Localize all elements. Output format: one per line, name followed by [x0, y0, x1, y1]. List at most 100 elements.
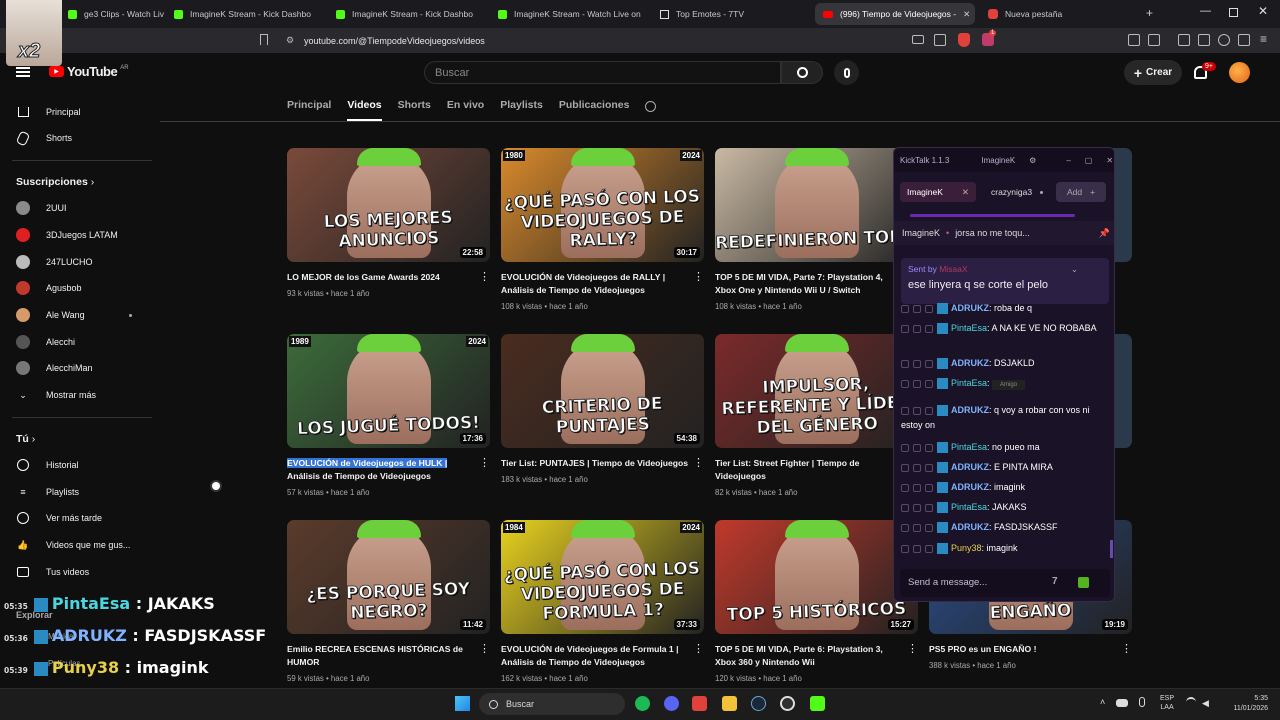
chat-username[interactable]: ADRUKZ [951, 303, 989, 313]
video-card[interactable]: ¿QUÉ PASÓ CON LOS VIDEOJUEGOS DE FORMULA… [501, 520, 704, 683]
url-field[interactable]: ⚙ youtube.com/@TiempodeVideojuegos/video… [278, 32, 948, 49]
avatar[interactable] [1229, 62, 1250, 83]
sidebar-item-2uui[interactable]: 2UUI [16, 198, 67, 218]
settings-icon[interactable]: ⚙ [1029, 156, 1036, 165]
video-thumbnail-partial[interactable] [1112, 334, 1132, 448]
sidebar-item-playlists[interactable]: ≡ Playlists [16, 482, 79, 502]
taskbar-search[interactable]: Buscar [479, 693, 625, 715]
tab-1[interactable]: ImagineK Stream - Kick Dashbo [166, 3, 324, 25]
close-icon[interactable]: ✕ [1106, 156, 1113, 165]
hamburger-icon[interactable] [16, 67, 30, 77]
sidebar-item-historial[interactable]: Historial [16, 455, 79, 475]
chat-scrollbar[interactable] [1110, 540, 1113, 558]
sidebar-item-shorts[interactable]: Shorts [15, 128, 72, 148]
tab-active-youtube[interactable]: (996) Tiempo de Videojuegos - ✕ [815, 3, 975, 25]
sidebar-item-agusbob[interactable]: Agusbob [16, 278, 82, 298]
wifi-icon[interactable] [1186, 697, 1196, 707]
tab-new[interactable]: Nueva pestaña [980, 3, 1138, 25]
language-indicator[interactable]: ESP LAA [1160, 694, 1174, 712]
chat-username[interactable]: ADRUKZ [951, 358, 989, 368]
more-options-icon[interactable]: ⋮ [693, 642, 704, 655]
close-icon[interactable]: ✕ [962, 187, 969, 198]
more-options-icon[interactable]: ⋮ [479, 456, 490, 469]
search-button[interactable] [781, 61, 823, 84]
video-thumbnail[interactable]: LOS MEJORES ANUNCIOS 22:58 [287, 148, 490, 262]
tab-publicaciones[interactable]: Publicaciones [559, 99, 630, 121]
video-card[interactable]: TOP 5 HISTÓRICOS 15:27 TOP 5 DE MI VIDA, P… [715, 520, 918, 683]
video-card[interactable]: IMPULSOR, REFERENTE Y LÍDER DEL GÉNERO Ti… [715, 334, 918, 497]
chat-message[interactable]: PintaEsa: JAKAKS [901, 500, 1111, 515]
video-card[interactable]: CRITERIO DE PUNTAJES 54:38 Tier List: PUNT… [501, 334, 704, 484]
cast-icon[interactable] [912, 35, 924, 44]
sidebar-item-liked[interactable]: 👍 Videos que me gus... [16, 535, 130, 555]
video-thumbnail[interactable]: IMPULSOR, REFERENTE Y LÍDER DEL GÉNERO [715, 334, 918, 448]
more-options-icon[interactable]: ⋮ [693, 456, 704, 469]
maximize-icon[interactable]: ▢ [1085, 156, 1093, 165]
video-title[interactable]: EVOLUCIÓN de Videojuegos de Formula 1 | … [501, 643, 691, 669]
tab-shorts[interactable]: Shorts [398, 99, 431, 121]
new-tab-button[interactable]: + [1146, 6, 1153, 20]
video-thumbnail[interactable]: ¿QUÉ PASÓ CON LOS VIDEOJUEGOS DE RALLY? 1… [501, 148, 704, 262]
sidebar-item-watch-later[interactable]: Ver más tarde [16, 508, 102, 528]
more-options-icon[interactable]: ⋮ [907, 642, 918, 655]
sidebar-item-3djuegos[interactable]: 3DJuegos LATAM [16, 225, 118, 245]
share-icon[interactable] [934, 34, 946, 46]
more-options-icon[interactable]: ⋮ [693, 270, 704, 283]
kick-app-icon[interactable] [810, 696, 825, 711]
sidebar-item-your-videos[interactable]: Tus videos [16, 562, 89, 582]
chat-username[interactable]: PintaEsa [951, 502, 987, 512]
tab-playlists[interactable]: Playlists [500, 99, 543, 121]
extensions-icon[interactable] [1128, 34, 1140, 46]
bookmark-icon[interactable] [260, 34, 268, 45]
tab-principal[interactable]: Principal [287, 99, 331, 121]
pin-icon[interactable]: 📌 [1099, 228, 1110, 239]
chat-message[interactable]: ADRUKZ: imagink [901, 480, 1111, 495]
brave-shield-icon[interactable] [958, 33, 970, 47]
tab-0[interactable]: ge3 Clips - Watch Live on [60, 3, 164, 25]
video-thumbnail[interactable]: REDEFINIERON TODO40 [715, 148, 918, 262]
start-icon[interactable] [455, 696, 470, 711]
more-options-icon[interactable]: ⋮ [1121, 642, 1132, 655]
video-thumbnail[interactable]: CRITERIO DE PUNTAJES 54:38 [501, 334, 704, 448]
video-thumbnail[interactable]: ¿QUÉ PASÓ CON LOS VIDEOJUEGOS DE FORMULA… [501, 520, 704, 634]
volume-icon[interactable]: ◀ [1202, 698, 1209, 709]
spotify-icon[interactable] [635, 696, 650, 711]
clock[interactable]: 5:35 11/01/2026 [1224, 694, 1268, 714]
channel-search-icon[interactable] [645, 101, 657, 112]
wallet-icon[interactable] [1198, 34, 1210, 46]
chat-username[interactable]: ADRUKZ [951, 482, 989, 492]
channel-tab-crazyniga3[interactable]: crazyniga3 [984, 182, 1052, 202]
subscriptions-heading[interactable]: Suscripciones › [16, 176, 94, 188]
video-card[interactable]: ¿ES PORQUE SOY NEGRO? 11:42 Emilio RECREA … [287, 520, 490, 683]
chat-username[interactable]: ADRUKZ [951, 462, 989, 472]
search-input[interactable]: Buscar [424, 61, 781, 84]
chat-username[interactable]: Puny38 [951, 543, 982, 553]
kick-emote-icon[interactable] [1078, 577, 1089, 588]
chat-username[interactable]: PintaEsa [951, 442, 987, 452]
chat-message[interactable]: Puny38: imagink [901, 541, 1111, 556]
close-window-button[interactable]: ✕ [1258, 4, 1268, 18]
tab-videos[interactable]: Videos [347, 99, 382, 121]
sidebar-item-ale-wang[interactable]: Ale Wang [16, 305, 85, 325]
chat-message[interactable]: PintaEsa: no pueo ma [901, 440, 1111, 455]
obs-icon[interactable] [780, 696, 795, 711]
steam-icon[interactable] [751, 696, 766, 711]
maximize-button[interactable] [1229, 8, 1238, 17]
minimize-icon[interactable]: – [1066, 156, 1070, 165]
chat-username[interactable]: PintaEsa [951, 378, 987, 388]
more-options-icon[interactable]: ⋮ [479, 270, 490, 283]
video-title[interactable]: LO MEJOR de los Game Awards 2024 [287, 271, 477, 284]
sidebar-icon[interactable] [1178, 34, 1190, 46]
show-more-button[interactable]: ⌄ Mostrar más [16, 385, 96, 405]
minimize-button[interactable]: — [1200, 5, 1211, 17]
chat-message[interactable]: ADRUKZ: DSJAKLD [901, 356, 1111, 371]
video-title[interactable]: TOP 5 DE MI VIDA, Parte 7: Playstation 4… [715, 271, 905, 297]
youtube-logo[interactable]: ▶ YouTube AR [49, 64, 129, 79]
sidebar-item-principal[interactable]: Principal [16, 102, 81, 122]
chat-username[interactable]: ADRUKZ [951, 405, 989, 415]
video-card[interactable]: LOS MEJORES ANUNCIOS 22:58 LO MEJOR de los… [287, 148, 490, 298]
sidebar-item-247lucho[interactable]: 247LUCHO [16, 252, 93, 272]
leo-icon[interactable] [1218, 34, 1230, 46]
video-title[interactable]: Tier List: Street Fighter | Tiempo de Vi… [715, 457, 905, 483]
sidebar-item-alecchiman[interactable]: AlecchiMan [16, 358, 93, 378]
